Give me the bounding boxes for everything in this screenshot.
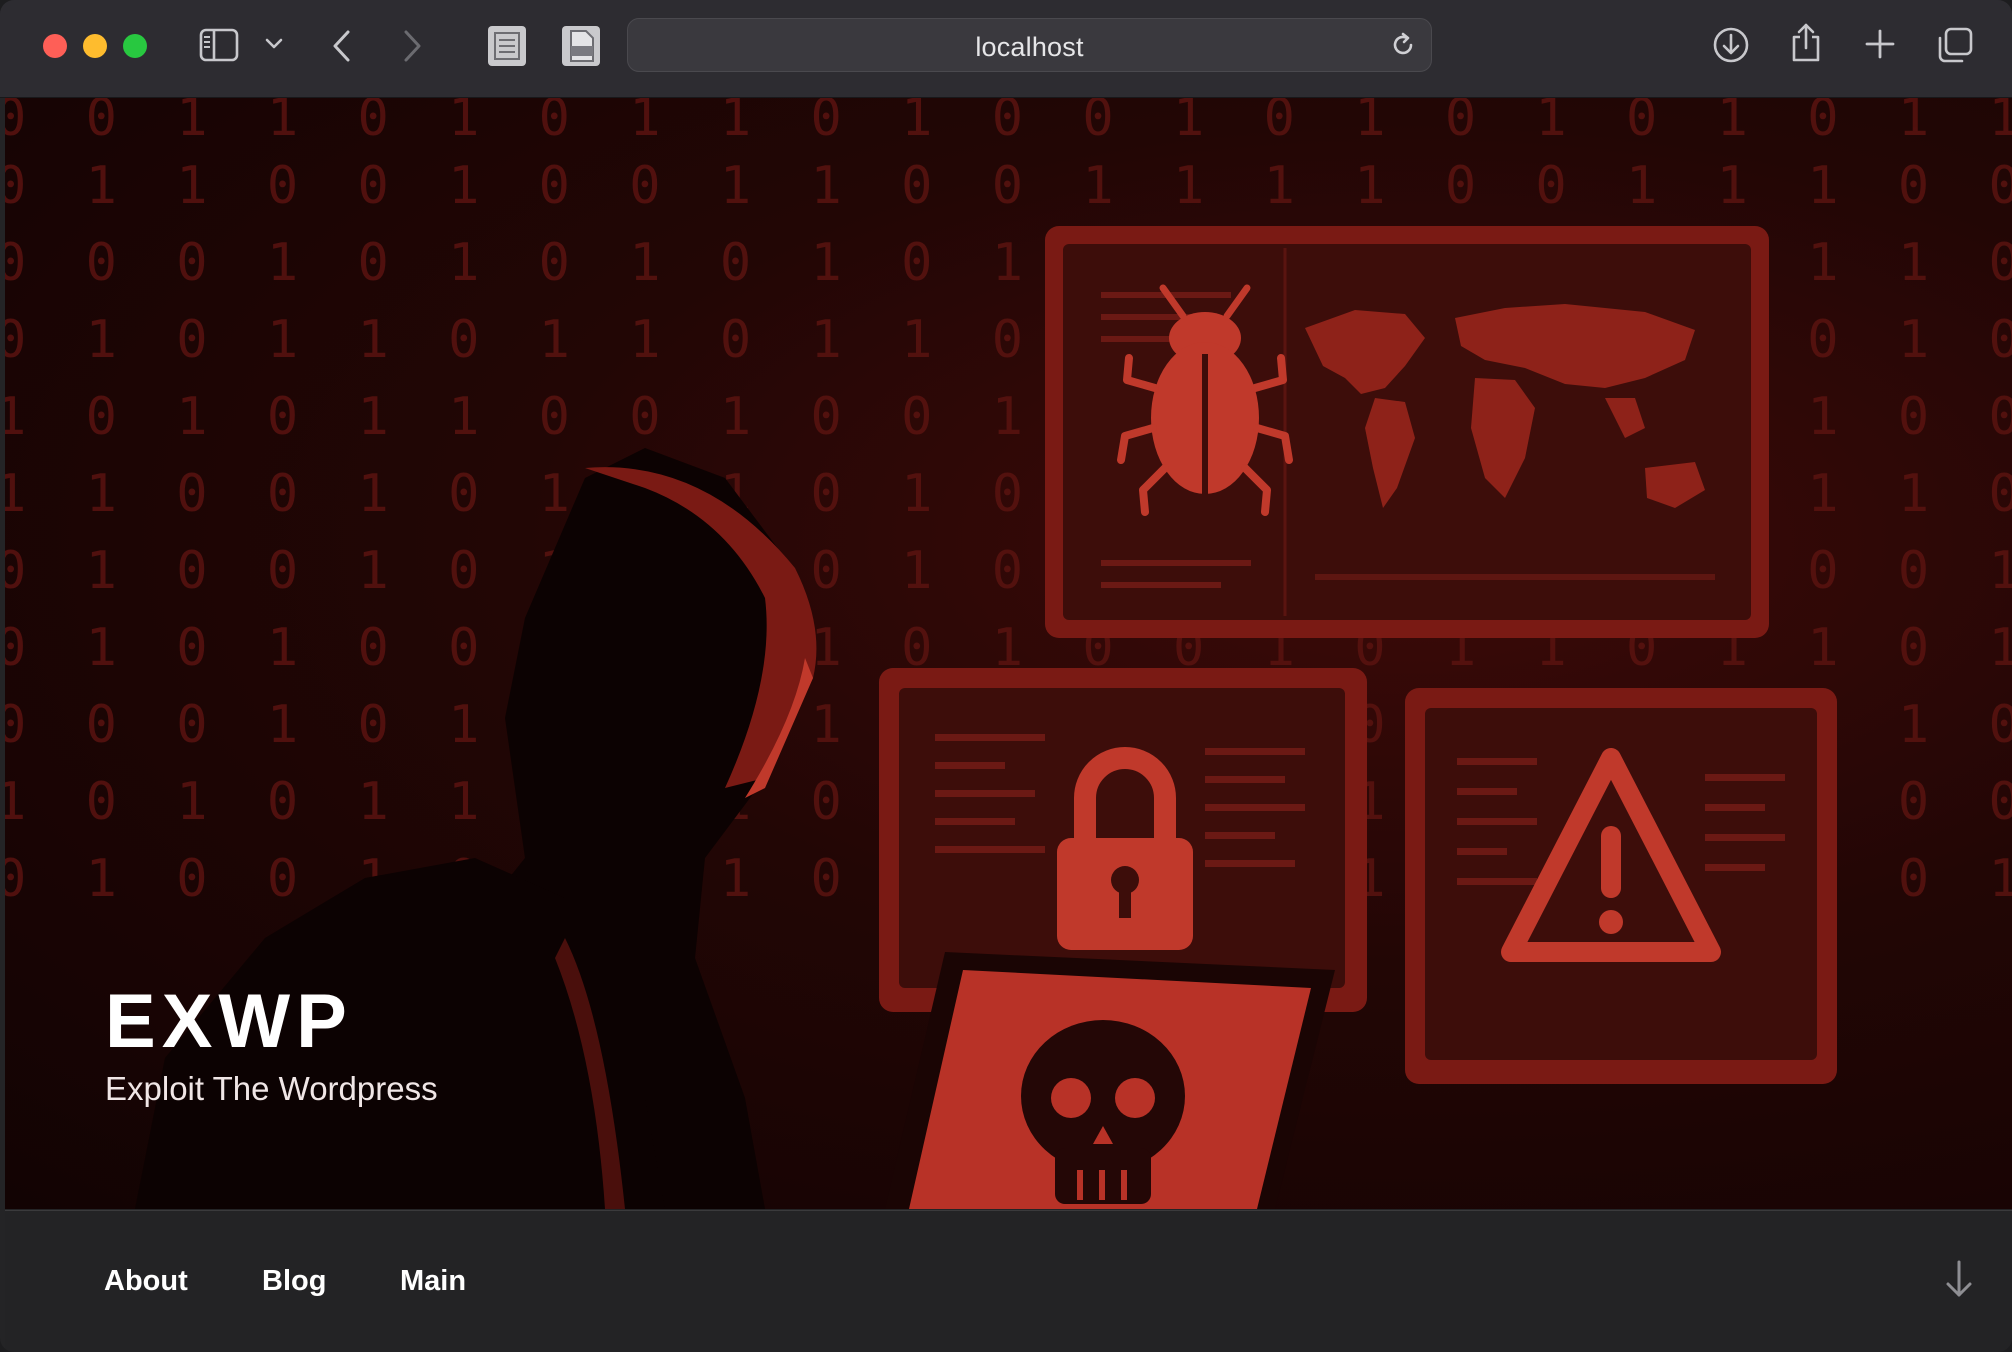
download-icon[interactable]: [1712, 26, 1750, 64]
scroll-down-icon[interactable]: [1944, 1259, 1974, 1304]
new-tab-icon[interactable]: [1864, 28, 1896, 60]
nav-item-main[interactable]: Main: [400, 1265, 466, 1298]
address-bar[interactable]: localhost: [627, 18, 1432, 72]
monitor-world-map: [1045, 226, 1769, 638]
nav-item-about[interactable]: About: [104, 1265, 188, 1298]
sidebar-icon[interactable]: [199, 27, 239, 63]
address-text: localhost: [975, 32, 1084, 62]
share-icon[interactable]: [1789, 22, 1823, 64]
header-hero-image: 0 0 1 1 0 1 0 1 1 0 1 0 0 1 0 1 0 1 0 1 …: [5, 98, 2012, 1209]
close-window-button[interactable]: [43, 34, 67, 58]
zoom-window-button[interactable]: [123, 34, 147, 58]
nav-item-blog[interactable]: Blog: [262, 1265, 326, 1298]
browser-toolbar: localhost: [0, 0, 2012, 98]
tabs-overview-icon[interactable]: [1936, 26, 1974, 64]
chevron-down-icon[interactable]: [264, 36, 284, 52]
forward-icon[interactable]: [400, 28, 424, 64]
document-icon[interactable]: [562, 26, 600, 66]
primary-navigation: About Blog Main: [5, 1210, 2012, 1352]
minimize-window-button[interactable]: [83, 34, 107, 58]
reader-icon[interactable]: [488, 26, 526, 66]
back-icon[interactable]: [330, 28, 354, 64]
laptop-skull: [885, 952, 1335, 1209]
reload-icon[interactable]: [1389, 31, 1417, 64]
site-title[interactable]: EXWP: [105, 978, 353, 1065]
site-tagline: Exploit The Wordpress: [105, 1070, 438, 1107]
browser-window: localhost 0 0 1 1 0 1 0 1 1 0 1 0 0 1 0 …: [0, 0, 2012, 1352]
monitor-warning: [1405, 688, 1837, 1084]
